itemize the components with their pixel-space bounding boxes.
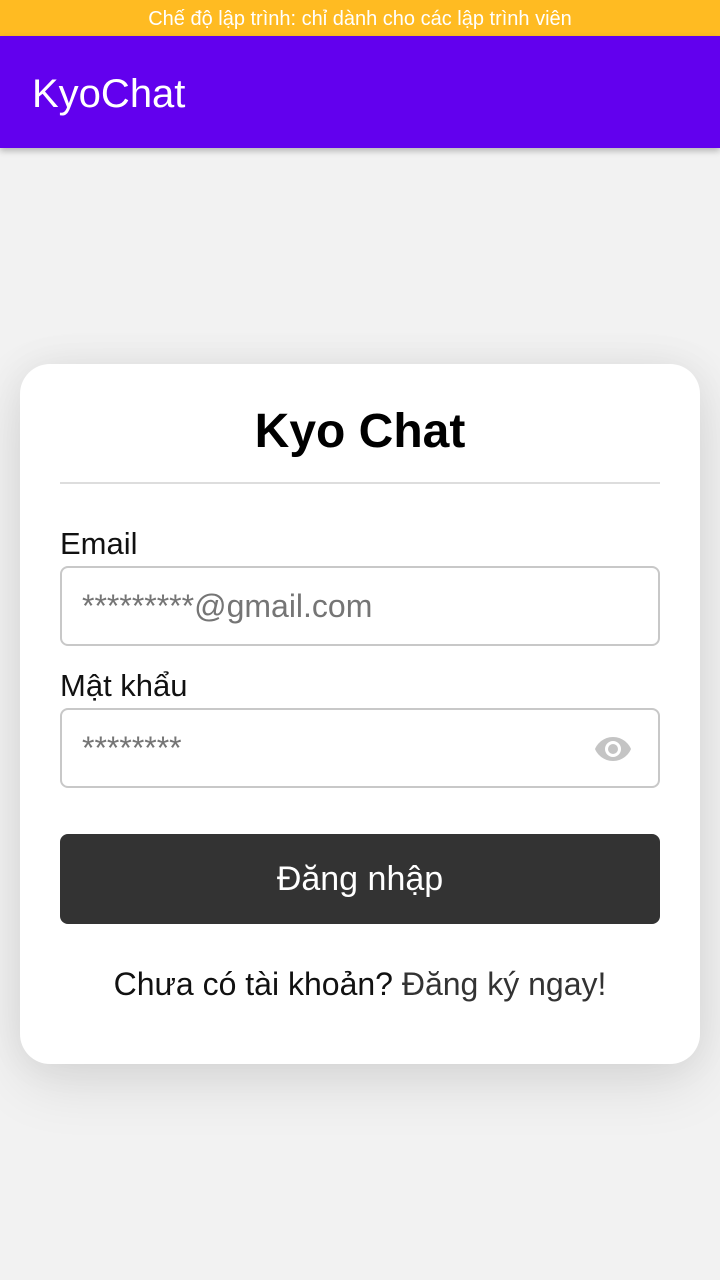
password-field[interactable]: ********: [60, 708, 660, 788]
password-placeholder: ********: [82, 730, 182, 766]
developer-mode-banner: Chế độ lập trình: chỉ dành cho các lập t…: [0, 0, 720, 36]
password-label: Mật khẩu: [60, 668, 188, 703]
eye-icon[interactable]: [594, 734, 632, 764]
email-placeholder: *********@gmail.com: [82, 588, 373, 624]
register-prompt: Chưa có tài khoản?: [113, 966, 393, 1002]
title-divider: [60, 482, 660, 484]
email-field[interactable]: *********@gmail.com: [60, 566, 660, 646]
app-bar: KyoChat: [0, 36, 720, 148]
login-card: Kyo Chat Email *********@gmail.com Mật k…: [20, 364, 700, 1064]
card-title: Kyo Chat: [254, 405, 466, 458]
email-label: Email: [60, 526, 138, 561]
app-title: KyoChat: [32, 72, 186, 116]
register-link[interactable]: Đăng ký ngay!: [402, 966, 607, 1002]
register-prompt-line: Chưa có tài khoản? Đăng ký ngay!: [20, 962, 700, 1006]
login-button[interactable]: Đăng nhập: [60, 834, 660, 924]
